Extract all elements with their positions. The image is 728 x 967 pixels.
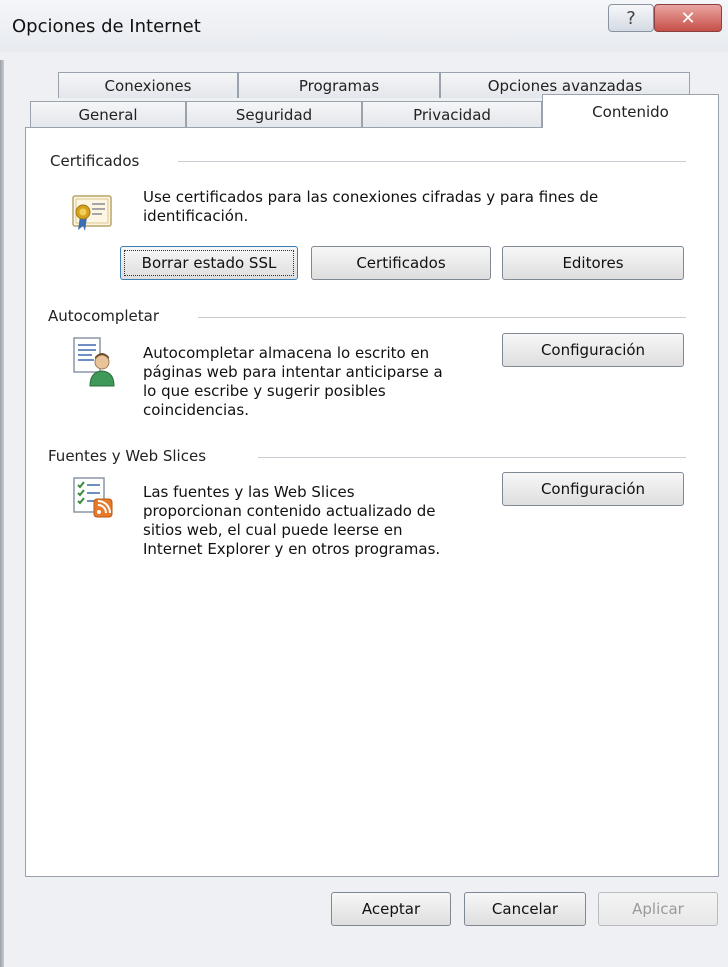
- button-label: Aplicar: [632, 900, 684, 918]
- title-bar[interactable]: Opciones de Internet ? ✕: [0, 0, 728, 52]
- button-label: Certificados: [356, 254, 446, 272]
- description-line: coincidencias.: [143, 401, 249, 419]
- button-label: Cancelar: [491, 900, 559, 918]
- window-edge-shadow: [0, 60, 4, 967]
- close-button[interactable]: ✕: [654, 4, 722, 32]
- section-heading-fuentes: Fuentes y Web Slices: [48, 447, 215, 465]
- accept-button[interactable]: Aceptar: [331, 892, 451, 926]
- description-line: Internet Explorer y en otros programas.: [143, 540, 441, 558]
- autocomplete-user-icon: [73, 337, 115, 387]
- tab-label: General: [78, 105, 138, 124]
- autocompletar-description: Autocompletar almacena lo escrito en pág…: [143, 344, 443, 420]
- feeds-rss-icon: [73, 477, 113, 518]
- description-line: lo que escribe y sugerir posibles: [143, 382, 386, 400]
- fuentes-description: Las fuentes y las Web Slices proporciona…: [143, 483, 440, 559]
- section-heading-certificados: Certificados: [50, 152, 148, 170]
- window-title: Opciones de Internet: [12, 16, 201, 37]
- certificados-description: Use certificados para las conexiones cif…: [143, 188, 598, 226]
- button-label: Configuración: [540, 480, 646, 498]
- tab-general[interactable]: General: [30, 101, 186, 127]
- description-line: proporcionan contenido actualizado de: [143, 502, 436, 520]
- tab-label: Contenido: [592, 102, 669, 121]
- internet-options-dialog: Opciones de Internet ? ✕ Conexiones Prog…: [0, 0, 728, 967]
- button-label: Borrar estado SSL: [141, 254, 277, 272]
- section-divider: [198, 317, 686, 318]
- cancel-button[interactable]: Cancelar: [464, 892, 586, 926]
- close-icon: ✕: [680, 7, 696, 29]
- tab-conexiones[interactable]: Conexiones: [58, 72, 238, 98]
- fuentes-configuracion-button[interactable]: Configuración: [502, 472, 684, 506]
- tab-programas[interactable]: Programas: [238, 72, 440, 98]
- apply-button[interactable]: Aplicar: [598, 892, 718, 926]
- help-icon: ?: [626, 7, 636, 29]
- autocompletar-configuracion-button[interactable]: Configuración: [502, 333, 684, 367]
- tab-label: Opciones avanzadas: [487, 76, 643, 95]
- borrar-estado-ssl-button[interactable]: Borrar estado SSL: [120, 246, 298, 280]
- section-divider: [258, 457, 686, 458]
- tab-label: Conexiones: [104, 76, 192, 95]
- tab-content-panel: Certificados Use certificados para las c…: [25, 127, 719, 877]
- section-divider: [178, 161, 686, 162]
- description-line: Autocompletar almacena lo escrito en: [143, 344, 430, 362]
- description-line: sitios web, el cual puede leerse en: [143, 521, 403, 539]
- tab-privacidad[interactable]: Privacidad: [362, 101, 542, 127]
- button-label: Configuración: [540, 341, 646, 359]
- tab-seguridad[interactable]: Seguridad: [186, 101, 362, 127]
- tab-label: Seguridad: [235, 105, 313, 124]
- tab-label: Privacidad: [413, 105, 491, 124]
- button-label: Aceptar: [361, 900, 421, 918]
- help-button[interactable]: ?: [608, 4, 654, 32]
- certificate-icon: [72, 195, 112, 231]
- tab-label: Programas: [298, 76, 380, 95]
- description-line: Use certificados para las conexiones cif…: [143, 188, 599, 206]
- tab-contenido[interactable]: Contenido: [542, 94, 719, 128]
- editores-button[interactable]: Editores: [502, 246, 684, 280]
- certificados-button[interactable]: Certificados: [311, 246, 491, 280]
- description-line: páginas web para intentar anticiparse a: [143, 363, 443, 381]
- description-line: Las fuentes y las Web Slices: [143, 483, 355, 501]
- button-label: Editores: [562, 254, 624, 272]
- section-heading-autocompletar: Autocompletar: [48, 307, 168, 325]
- description-line: identificación.: [143, 207, 249, 225]
